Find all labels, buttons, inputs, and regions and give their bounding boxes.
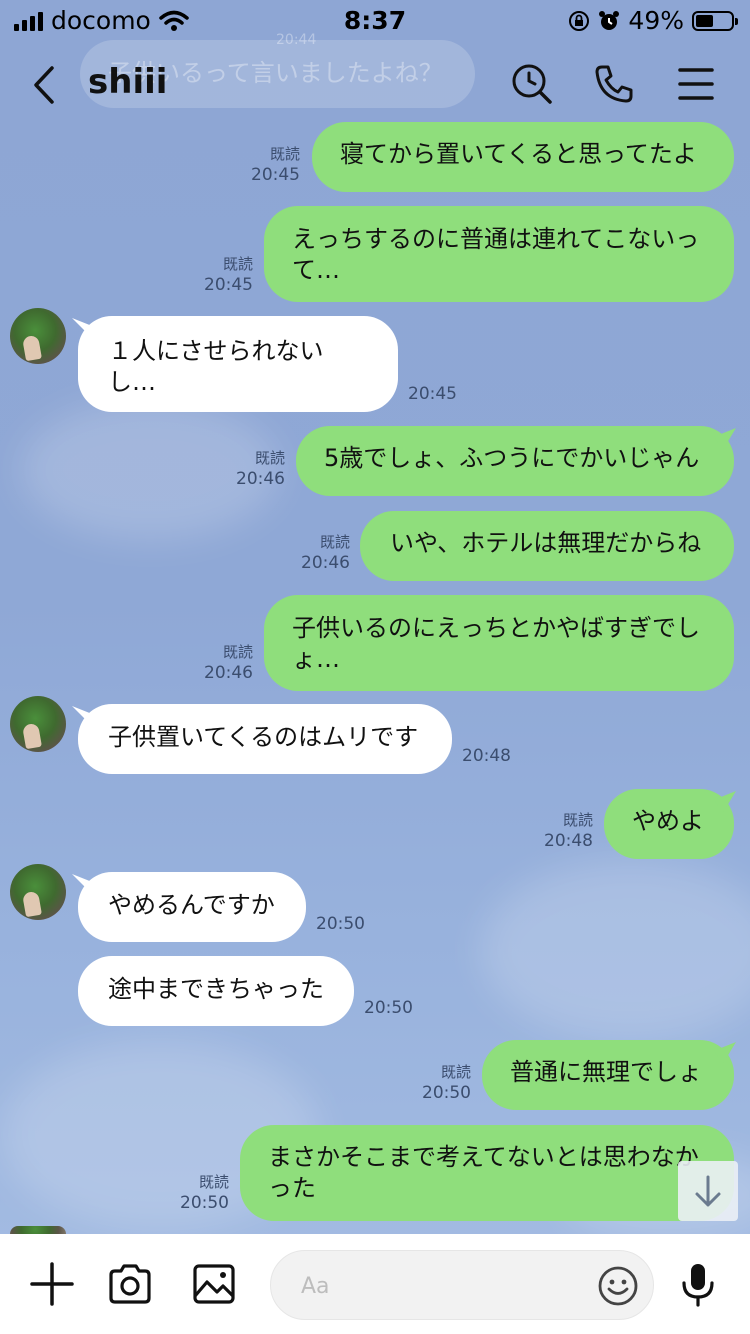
read-receipt: 既読 (254, 449, 285, 467)
read-receipt: 既読 (222, 643, 253, 661)
avatar[interactable] (10, 308, 66, 364)
read-receipt: 既読 (198, 1173, 229, 1191)
outgoing-message[interactable]: えっちするのに普通は連れてこないって… (264, 206, 734, 302)
contact-name[interactable]: shiii (88, 62, 167, 102)
message-time: 20:48 (462, 746, 511, 766)
battery-percent: 49% (628, 6, 684, 35)
read-receipt: 既読 (440, 1063, 471, 1081)
message-text: 普通に無理でしょ (510, 1058, 702, 1086)
chat-header: 20:44 子供いるって言いましたよね？ shiii (0, 32, 750, 130)
message-time: 20:46 (204, 663, 253, 683)
message-text: えっちするのに普通は連れてこないって… (292, 225, 700, 284)
incoming-message[interactable]: 子供置いてくるのはムリです (78, 704, 452, 774)
outgoing-message[interactable]: 寝てから置いてくると思ってたよ (312, 122, 734, 192)
message-text: 寝てから置いてくると思ってたよ (340, 140, 697, 168)
outgoing-message[interactable]: 5歳でしょ、ふつうにでかいじゃん (296, 426, 734, 496)
message-time: 20:45 (408, 384, 457, 404)
smile-icon[interactable] (597, 1265, 639, 1307)
message-text: やめよ (632, 807, 704, 835)
message-text: 子供置いてくるのはムリです (108, 723, 419, 751)
read-receipt: 既読 (269, 145, 300, 163)
message-meta: 既読 20:45 (204, 254, 253, 296)
message-meta: 既読 20:50 (422, 1062, 471, 1104)
hamburger-menu-icon[interactable] (674, 62, 718, 106)
message-time: 20:48 (544, 831, 593, 851)
message-text: １人にさせられないし… (108, 337, 324, 396)
background-cloud (480, 860, 750, 1040)
message-input[interactable] (299, 1251, 593, 1321)
message-text: 子供いるのにえっちとかやばすぎでしょ… (292, 614, 700, 673)
message-time: 20:50 (180, 1193, 229, 1213)
message-time: 20:50 (422, 1083, 471, 1103)
read-receipt: 既読 (562, 811, 593, 829)
arrow-down-icon (695, 1175, 721, 1207)
message-time: 20:45 (204, 275, 253, 295)
incoming-message[interactable]: やめるんですか (78, 872, 306, 942)
message-meta: 既読 20:50 (180, 1172, 229, 1214)
message-meta: 既読 20:48 (544, 810, 593, 852)
message-time: 20:50 (364, 998, 413, 1018)
message-input-field[interactable] (270, 1250, 654, 1321)
battery-icon (692, 10, 738, 31)
read-receipt: 既読 (222, 255, 253, 273)
mic-icon[interactable] (674, 1260, 722, 1308)
camera-icon[interactable] (106, 1260, 154, 1308)
image-icon[interactable] (190, 1260, 238, 1308)
message-text: 途中まできちゃった (108, 975, 324, 1003)
incoming-message[interactable]: １人にさせられないし… (78, 316, 398, 412)
avatar[interactable] (10, 696, 66, 752)
outgoing-message[interactable]: 普通に無理でしょ (482, 1040, 734, 1110)
alarm-icon (599, 10, 620, 30)
read-receipt: 既読 (319, 533, 350, 551)
search-icon[interactable] (510, 62, 554, 106)
avatar[interactable] (10, 864, 66, 920)
plus-icon[interactable] (28, 1260, 76, 1308)
status-bar: docomo 8:37 49% (0, 0, 750, 40)
outgoing-message[interactable]: いや、ホテルは無理だからね (360, 511, 734, 581)
message-meta: 既読 20:46 (236, 448, 285, 490)
rotation-lock-icon (569, 10, 590, 31)
outgoing-message[interactable]: やめよ (604, 789, 734, 859)
message-time: 20:46 (301, 553, 350, 573)
message-text: いや、ホテルは無理だからね (390, 529, 702, 557)
message-meta: 既読 20:46 (301, 532, 350, 574)
composer-bar (0, 1234, 750, 1334)
outgoing-message[interactable]: まさかそこまで考えてないとは思わなかった (240, 1125, 734, 1221)
message-time: 20:50 (316, 914, 365, 934)
phone-icon[interactable] (592, 62, 636, 106)
message-time: 20:45 (251, 165, 300, 185)
message-meta: 既読 20:45 (251, 144, 300, 186)
incoming-message[interactable]: 途中まできちゃった (78, 956, 354, 1026)
message-time: 20:46 (236, 469, 285, 489)
message-text: 5歳でしょ、ふつうにでかいじゃん (324, 444, 700, 472)
scroll-to-bottom-button[interactable] (678, 1161, 738, 1221)
message-meta: 既読 20:46 (204, 642, 253, 684)
avatar (10, 1226, 66, 1234)
back-button[interactable] (26, 62, 66, 108)
outgoing-message[interactable]: 子供いるのにえっちとかやばすぎでしょ… (264, 595, 734, 691)
message-text: まさかそこまで考えてないとは思わなかった (268, 1143, 699, 1202)
message-text: やめるんですか (108, 891, 275, 919)
